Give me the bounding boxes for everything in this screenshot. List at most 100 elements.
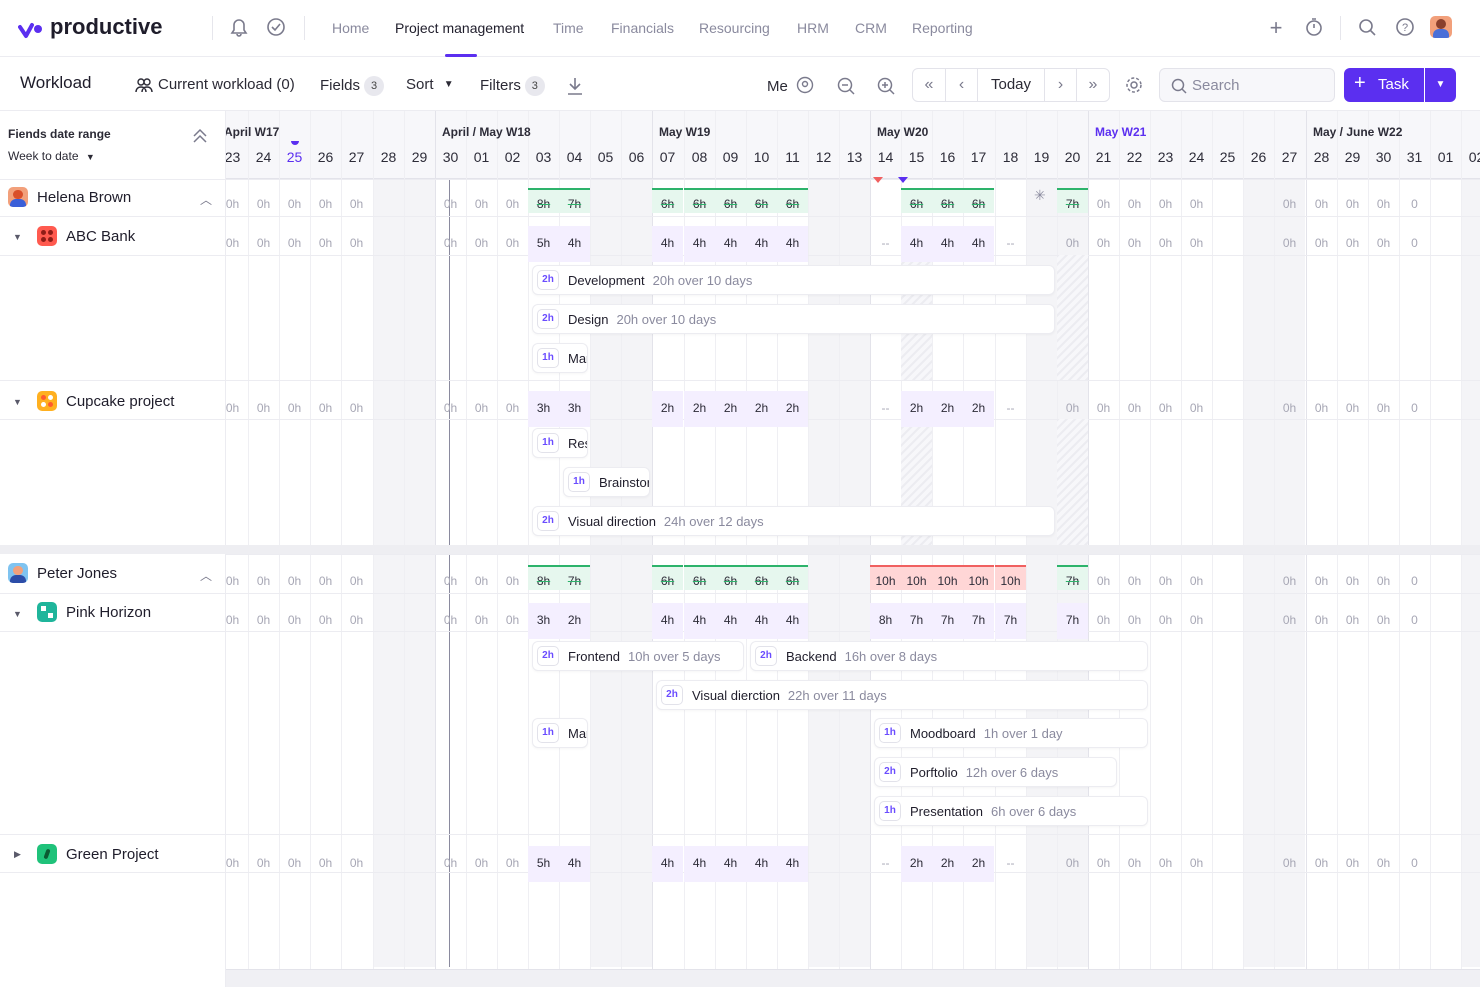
- cupcake-day-hours[interactable]: 2h: [652, 401, 683, 415]
- task-bar[interactable]: 1h Brainstorm1h over 1 day: [563, 467, 650, 497]
- help-icon[interactable]: ?: [1394, 17, 1416, 42]
- green-project-day-hours[interactable]: 4h: [715, 856, 746, 870]
- day-number[interactable]: 06: [621, 149, 652, 165]
- task-bar[interactable]: 2h Visual dierction 22h over 11 days: [656, 680, 1148, 710]
- pink-horizon-day-hours[interactable]: 0h: [1181, 613, 1212, 627]
- day-number[interactable]: 16: [932, 149, 963, 165]
- helena-day-hours[interactable]: 6h: [932, 197, 963, 211]
- nav-home[interactable]: Home: [332, 20, 369, 36]
- day-number[interactable]: 30: [1368, 149, 1399, 165]
- pink-horizon-day-hours[interactable]: 0h: [341, 613, 372, 627]
- abc-bank-day-hours[interactable]: 0h: [1181, 236, 1212, 250]
- green-project-day-hours[interactable]: 0h: [1306, 856, 1337, 870]
- pink-horizon-day-hours[interactable]: 0h: [435, 613, 466, 627]
- task-bar[interactable]: 1h Moodboard 1h over 1 day: [874, 718, 1148, 748]
- avatar[interactable]: [1430, 16, 1452, 38]
- cupcake-day-hours[interactable]: 0h: [310, 401, 341, 415]
- pink-horizon-day-hours[interactable]: 0h: [1274, 613, 1305, 627]
- pink-horizon-day-hours[interactable]: 8h: [870, 613, 901, 627]
- green-project-day-hours[interactable]: 0h: [310, 856, 341, 870]
- download-icon[interactable]: [565, 76, 585, 101]
- pink-horizon-day-hours[interactable]: 7h: [963, 613, 994, 627]
- abc-bank-day-hours[interactable]: 4h: [746, 236, 777, 250]
- add-task-button[interactable]: + Task: [1344, 68, 1424, 102]
- helena-day-hours[interactable]: 6h: [715, 197, 746, 211]
- abc-bank-day-hours[interactable]: 4h: [777, 236, 808, 250]
- day-number[interactable]: 31: [1399, 149, 1430, 165]
- abc-bank-day-hours[interactable]: 0h: [310, 236, 341, 250]
- pink-horizon-day-hours[interactable]: 0h: [1088, 613, 1119, 627]
- helena-day-hours[interactable]: 0h: [1181, 197, 1212, 211]
- cupcake-day-hours[interactable]: 0h: [279, 401, 310, 415]
- green-project-day-hours[interactable]: 4h: [684, 856, 715, 870]
- next-icon[interactable]: ›: [1045, 69, 1077, 101]
- green-project-day-hours[interactable]: --: [995, 856, 1026, 870]
- peter-day-hours[interactable]: 6h: [777, 574, 808, 588]
- day-number[interactable]: 26: [1243, 149, 1274, 165]
- task-bar[interactable]: 2h Development 20h over 10 days: [532, 265, 1055, 295]
- peter-day-hours[interactable]: 0h: [1150, 574, 1181, 588]
- abc-bank-day-hours[interactable]: 4h: [901, 236, 932, 250]
- pink-horizon-day-hours[interactable]: 3h: [528, 613, 559, 627]
- pink-horizon-day-hours[interactable]: 4h: [715, 613, 746, 627]
- abc-bank-day-hours[interactable]: 0h: [1150, 236, 1181, 250]
- pink-horizon-day-hours[interactable]: 0h: [1119, 613, 1150, 627]
- zoom-in-icon[interactable]: [876, 76, 896, 101]
- pink-horizon-day-hours[interactable]: 0h: [310, 613, 341, 627]
- green-project-day-hours[interactable]: 4h: [746, 856, 777, 870]
- green-project-day-hours[interactable]: 0h: [1150, 856, 1181, 870]
- day-number[interactable]: 23: [226, 149, 248, 165]
- day-number[interactable]: 13: [839, 149, 870, 165]
- pink-horizon-day-hours[interactable]: 7h: [995, 613, 1026, 627]
- cupcake-day-hours[interactable]: 0h: [1274, 401, 1305, 415]
- day-number[interactable]: 03: [528, 149, 559, 165]
- peter-day-hours[interactable]: 0h: [279, 574, 310, 588]
- me-button[interactable]: Me: [767, 76, 814, 95]
- pink-horizon-day-hours[interactable]: 0h: [226, 613, 248, 627]
- helena-day-hours[interactable]: 0h: [1274, 197, 1305, 211]
- person-peter-jones[interactable]: Peter Jones: [37, 565, 117, 582]
- pink-horizon-day-hours[interactable]: 2h: [559, 613, 590, 627]
- nav-resourcing[interactable]: Resourcing: [699, 20, 770, 36]
- cupcake-day-hours[interactable]: 0h: [497, 401, 528, 415]
- day-number[interactable]: 28: [373, 149, 404, 165]
- pink-horizon-day-hours[interactable]: 0h: [1368, 613, 1399, 627]
- helena-day-hours[interactable]: 0h: [279, 197, 310, 211]
- abc-bank-day-hours[interactable]: 0: [1399, 236, 1430, 250]
- abc-bank-day-hours[interactable]: 0h: [279, 236, 310, 250]
- cupcake-day-hours[interactable]: 0h: [226, 401, 248, 415]
- day-number[interactable]: 27: [1274, 149, 1305, 165]
- abc-bank-day-hours[interactable]: 4h: [963, 236, 994, 250]
- person-helena-brown[interactable]: Helena Brown: [37, 189, 131, 206]
- day-number[interactable]: 19: [1026, 149, 1057, 165]
- day-number[interactable]: 02: [497, 149, 528, 165]
- caret-down-icon[interactable]: ▼: [13, 397, 22, 407]
- task-bar[interactable]: 1h Marketing1h over 1 day: [532, 718, 588, 748]
- day-number[interactable]: 01: [1430, 149, 1461, 165]
- green-project-day-hours[interactable]: 0h: [279, 856, 310, 870]
- helena-day-hours[interactable]: 0h: [310, 197, 341, 211]
- green-project-day-hours[interactable]: 0h: [1057, 856, 1088, 870]
- day-number[interactable]: 22: [1119, 149, 1150, 165]
- day-number[interactable]: 24: [1181, 149, 1212, 165]
- peter-day-hours[interactable]: 10h: [963, 574, 994, 588]
- peter-day-hours[interactable]: 0h: [1306, 574, 1337, 588]
- project-cupcake[interactable]: Cupcake project: [66, 393, 174, 410]
- project-green-project[interactable]: Green Project: [66, 846, 159, 863]
- green-project-day-hours[interactable]: 0h: [1181, 856, 1212, 870]
- nav-time[interactable]: Time: [553, 20, 584, 36]
- project-pink-horizon[interactable]: Pink Horizon: [66, 604, 151, 621]
- abc-bank-day-hours[interactable]: 4h: [559, 236, 590, 250]
- peter-day-hours[interactable]: 0h: [1119, 574, 1150, 588]
- cupcake-day-hours[interactable]: 0h: [435, 401, 466, 415]
- cupcake-day-hours[interactable]: 0h: [466, 401, 497, 415]
- pink-horizon-day-hours[interactable]: 7h: [1057, 613, 1088, 627]
- task-bar[interactable]: 2h Backend 16h over 8 days: [750, 641, 1148, 671]
- peter-day-hours[interactable]: 6h: [652, 574, 683, 588]
- abc-bank-day-hours[interactable]: 0h: [1368, 236, 1399, 250]
- pink-horizon-day-hours[interactable]: 0h: [497, 613, 528, 627]
- day-number[interactable]: 23: [1150, 149, 1181, 165]
- cupcake-day-hours[interactable]: 2h: [963, 401, 994, 415]
- cupcake-day-hours[interactable]: 2h: [932, 401, 963, 415]
- plus-icon[interactable]: +: [1265, 17, 1287, 39]
